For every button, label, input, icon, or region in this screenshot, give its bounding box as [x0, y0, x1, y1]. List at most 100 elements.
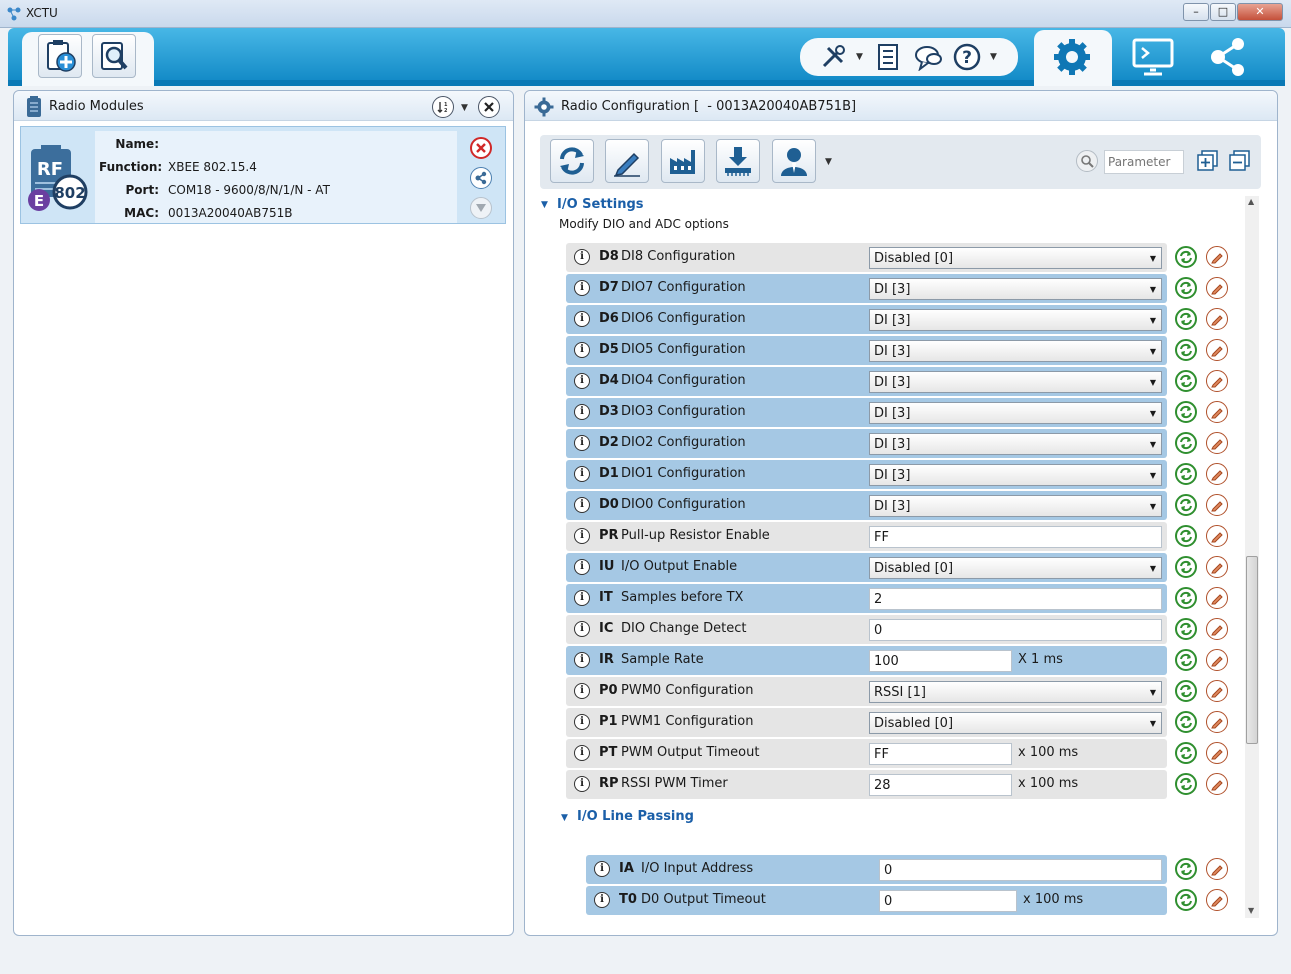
read-settings-button[interactable] [550, 139, 594, 183]
info-icon[interactable]: i [574, 683, 590, 699]
xctu-settings-button[interactable] [874, 42, 904, 72]
profile-dropdown-arrow[interactable]: ▼ [825, 157, 832, 167]
subsection-collapse-arrow[interactable]: ▼ [561, 813, 568, 823]
write-parameter-button[interactable] [1206, 308, 1228, 330]
read-parameter-button[interactable] [1175, 711, 1197, 733]
parameter-value-select[interactable]: RSSI [1] ▼ [869, 681, 1162, 703]
read-parameter-button[interactable] [1175, 246, 1197, 268]
parameter-value-select[interactable]: Disabled [0] ▼ [869, 247, 1162, 269]
collapse-all-button[interactable] [1229, 150, 1251, 172]
parameter-value-input[interactable]: 0 [869, 619, 1162, 641]
write-parameter-button[interactable] [1206, 463, 1228, 485]
read-parameter-button[interactable] [1175, 618, 1197, 640]
search-button[interactable] [1076, 150, 1098, 172]
read-parameter-button[interactable] [1175, 680, 1197, 702]
default-settings-button[interactable] [661, 139, 705, 183]
write-parameter-button[interactable] [1206, 742, 1228, 764]
parameter-value-select[interactable]: DI [3] ▼ [869, 402, 1162, 424]
discover-network-button[interactable] [470, 167, 492, 189]
config-scrollbar-thumb[interactable] [1246, 556, 1258, 744]
read-parameter-button[interactable] [1175, 889, 1197, 911]
parameter-value-select[interactable]: Disabled [0] ▼ [869, 712, 1162, 734]
info-icon[interactable]: i [574, 714, 590, 730]
scroll-down-arrow[interactable]: ▼ [1248, 906, 1254, 915]
write-parameter-button[interactable] [1206, 773, 1228, 795]
info-icon[interactable]: i [574, 342, 590, 358]
scroll-up-arrow[interactable]: ▲ [1248, 197, 1254, 206]
read-parameter-button[interactable] [1175, 556, 1197, 578]
add-device-button[interactable] [38, 34, 82, 78]
minimize-button[interactable]: – [1183, 3, 1209, 21]
write-parameter-button[interactable] [1206, 587, 1228, 609]
info-icon[interactable]: i [574, 559, 590, 575]
parameter-value-select[interactable]: DI [3] ▼ [869, 278, 1162, 300]
info-icon[interactable]: i [574, 497, 590, 513]
expand-all-button[interactable] [1197, 150, 1219, 172]
info-icon[interactable]: i [574, 435, 590, 451]
write-parameter-button[interactable] [1206, 339, 1228, 361]
write-parameter-button[interactable] [1206, 277, 1228, 299]
read-parameter-button[interactable] [1175, 308, 1197, 330]
feedback-button[interactable] [914, 42, 944, 72]
write-parameter-button[interactable] [1206, 680, 1228, 702]
info-icon[interactable]: i [574, 621, 590, 637]
info-icon[interactable]: i [574, 249, 590, 265]
write-parameter-button[interactable] [1206, 494, 1228, 516]
tools-dropdown-arrow[interactable]: ▼ [856, 52, 863, 62]
read-parameter-button[interactable] [1175, 463, 1197, 485]
info-icon[interactable]: i [574, 528, 590, 544]
close-window-button[interactable]: ✕ [1237, 3, 1283, 21]
read-parameter-button[interactable] [1175, 432, 1197, 454]
write-parameter-button[interactable] [1206, 370, 1228, 392]
write-parameter-button[interactable] [1206, 889, 1228, 911]
radio-module-card[interactable]: RF 802 E Name: Function: XBEE 802.15.4 P… [20, 126, 506, 224]
info-icon[interactable]: i [574, 776, 590, 792]
parameter-value-select[interactable]: DI [3] ▼ [869, 340, 1162, 362]
info-icon[interactable]: i [574, 280, 590, 296]
parameter-value-select[interactable]: DI [3] ▼ [869, 371, 1162, 393]
read-parameter-button[interactable] [1175, 401, 1197, 423]
network-mode-button[interactable] [1206, 36, 1252, 82]
config-mode-button[interactable] [1050, 36, 1094, 82]
help-button[interactable]: ? [952, 42, 982, 72]
write-parameter-button[interactable] [1206, 649, 1228, 671]
info-icon[interactable]: i [574, 590, 590, 606]
write-parameter-button[interactable] [1206, 711, 1228, 733]
read-parameter-button[interactable] [1175, 370, 1197, 392]
write-parameter-button[interactable] [1206, 246, 1228, 268]
info-icon[interactable]: i [574, 373, 590, 389]
write-parameter-button[interactable] [1206, 401, 1228, 423]
info-icon[interactable]: i [574, 745, 590, 761]
read-parameter-button[interactable] [1175, 742, 1197, 764]
io-settings-section-title[interactable]: I/O Settings [557, 197, 644, 212]
read-parameter-button[interactable] [1175, 494, 1197, 516]
parameter-value-select[interactable]: DI [3] ▼ [869, 433, 1162, 455]
sort-modules-button[interactable]: 1 2 [432, 96, 454, 118]
parameter-value-input[interactable]: 2 [869, 588, 1162, 610]
update-firmware-button[interactable] [716, 139, 760, 183]
write-settings-button[interactable] [605, 139, 649, 183]
remove-module-button[interactable] [470, 137, 492, 159]
parameter-value-select[interactable]: DI [3] ▼ [869, 464, 1162, 486]
info-icon[interactable]: i [574, 652, 590, 668]
expand-module-button[interactable] [470, 197, 492, 219]
parameter-value-input[interactable]: 0 [879, 890, 1017, 912]
maximize-button[interactable]: □ [1210, 3, 1236, 21]
read-parameter-button[interactable] [1175, 587, 1197, 609]
read-parameter-button[interactable] [1175, 525, 1197, 547]
read-parameter-button[interactable] [1175, 773, 1197, 795]
read-parameter-button[interactable] [1175, 339, 1197, 361]
info-icon[interactable]: i [594, 892, 610, 908]
parameter-value-input[interactable]: 100 [869, 650, 1012, 672]
remove-all-modules-button[interactable] [478, 96, 500, 118]
help-dropdown-arrow[interactable]: ▼ [990, 52, 997, 62]
info-icon[interactable]: i [574, 466, 590, 482]
write-parameter-button[interactable] [1206, 525, 1228, 547]
parameter-value-select[interactable]: DI [3] ▼ [869, 495, 1162, 517]
parameter-value-select[interactable]: DI [3] ▼ [869, 309, 1162, 331]
parameter-value-input[interactable]: FF [869, 526, 1162, 548]
info-icon[interactable]: i [574, 404, 590, 420]
read-parameter-button[interactable] [1175, 858, 1197, 880]
console-mode-button[interactable] [1130, 36, 1176, 82]
read-parameter-button[interactable] [1175, 277, 1197, 299]
